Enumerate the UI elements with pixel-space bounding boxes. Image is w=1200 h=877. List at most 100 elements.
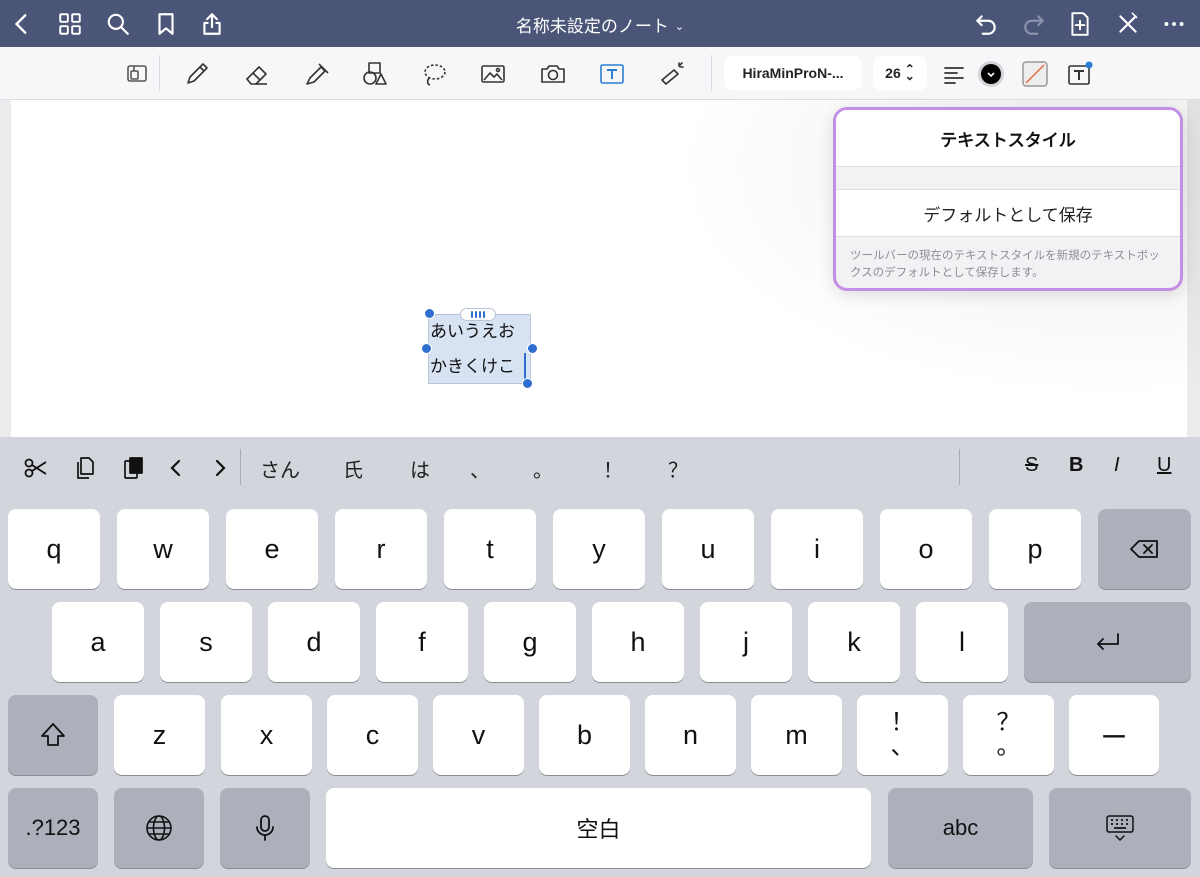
text-box[interactable]: あいうえお かきくけこ xyxy=(428,314,531,384)
microphone-icon xyxy=(256,815,274,841)
key-u[interactable]: u xyxy=(662,509,754,589)
dictation-key[interactable] xyxy=(220,788,310,868)
italic-button[interactable]: I xyxy=(1114,454,1120,477)
key-question-period[interactable]: ？。 xyxy=(963,695,1054,775)
note-title-text[interactable]: 名称未設定のノート xyxy=(516,17,669,37)
space-key[interactable]: 空白 xyxy=(326,788,871,868)
key-o[interactable]: o xyxy=(880,509,972,589)
key-z[interactable]: z xyxy=(114,695,205,775)
font-family-selector[interactable]: HiraMinProN-... xyxy=(724,56,862,90)
redo-icon[interactable] xyxy=(1018,8,1050,40)
fill-color-swatch[interactable] xyxy=(1017,57,1053,91)
font-size-selector[interactable]: 26 ⌃ ⌄ xyxy=(873,56,927,90)
key-x[interactable]: x xyxy=(221,695,312,775)
pen-icon[interactable] xyxy=(179,57,215,91)
key-d[interactable]: d xyxy=(268,602,360,682)
key-q[interactable]: q xyxy=(8,509,100,589)
image-icon[interactable] xyxy=(475,57,511,91)
key-bottom-char: 。 xyxy=(996,733,1021,760)
suggestion-divider xyxy=(240,449,241,485)
close-x-icon[interactable] xyxy=(1112,8,1144,40)
resize-handle-bottom-right[interactable] xyxy=(522,378,533,389)
suggestion-word[interactable]: ？ xyxy=(668,454,688,483)
grid-icon[interactable] xyxy=(54,8,86,40)
key-t[interactable]: t xyxy=(444,509,536,589)
key-y[interactable]: y xyxy=(553,509,645,589)
laser-pointer-icon[interactable] xyxy=(654,57,690,91)
key-m[interactable]: m xyxy=(751,695,842,775)
suggestion-word[interactable]: は xyxy=(410,454,430,483)
key-l[interactable]: l xyxy=(916,602,1008,682)
cursor-left-icon[interactable] xyxy=(159,451,193,485)
cursor-right-icon[interactable] xyxy=(203,451,237,485)
key-long-dash[interactable]: ー xyxy=(1069,695,1159,775)
add-page-icon[interactable] xyxy=(1064,8,1096,40)
bold-button[interactable]: B xyxy=(1069,454,1083,477)
key-c[interactable]: c xyxy=(327,695,418,775)
key-r[interactable]: r xyxy=(335,509,427,589)
key-s[interactable]: s xyxy=(160,602,252,682)
undo-icon[interactable] xyxy=(970,8,1002,40)
bookmark-icon[interactable] xyxy=(150,8,182,40)
copy-icon[interactable] xyxy=(68,451,102,485)
key-b[interactable]: b xyxy=(539,695,630,775)
title-chevron-down-icon[interactable]: ⌄ xyxy=(675,20,684,33)
align-left-icon[interactable] xyxy=(936,57,972,91)
share-icon[interactable] xyxy=(196,8,228,40)
text-color-swatch[interactable] xyxy=(973,57,1009,91)
resize-handle-left[interactable] xyxy=(421,343,432,354)
suggestion-word[interactable]: 、 xyxy=(470,454,490,483)
suggestion-word[interactable]: 氏 xyxy=(343,454,363,483)
top-navigation-bar: 名称未設定のノート ⌄ xyxy=(0,0,1200,47)
toolbar-divider xyxy=(711,55,712,91)
key-j[interactable]: j xyxy=(700,602,792,682)
key-g[interactable]: g xyxy=(484,602,576,682)
hide-keyboard-key[interactable] xyxy=(1049,788,1191,868)
key-k[interactable]: k xyxy=(808,602,900,682)
shapes-icon[interactable] xyxy=(357,57,393,91)
key-h[interactable]: h xyxy=(592,602,684,682)
text-tool-icon[interactable] xyxy=(594,57,630,91)
cut-scissors-icon[interactable] xyxy=(19,451,53,485)
key-a[interactable]: a xyxy=(52,602,144,682)
highlighter-icon[interactable] xyxy=(298,57,334,91)
key-e[interactable]: e xyxy=(226,509,318,589)
strikethrough-button[interactable]: S xyxy=(1025,454,1038,477)
camera-icon[interactable] xyxy=(535,57,571,91)
return-arrow-icon xyxy=(1096,633,1119,650)
globe-key[interactable] xyxy=(114,788,204,868)
text-box-drag-handle[interactable] xyxy=(460,308,496,321)
abc-key[interactable]: abc xyxy=(888,788,1033,868)
suggestion-word[interactable]: さん xyxy=(260,454,300,483)
key-v[interactable]: v xyxy=(433,695,524,775)
key-exclamation-comma[interactable]: ！、 xyxy=(857,695,948,775)
shift-arrow-icon xyxy=(41,723,65,746)
text-style-icon[interactable] xyxy=(1061,57,1097,91)
more-icon[interactable] xyxy=(1158,8,1190,40)
resize-handle-right[interactable] xyxy=(527,343,538,354)
return-key[interactable] xyxy=(1024,602,1191,682)
numbers-key[interactable]: .?123 xyxy=(8,788,98,868)
underline-button[interactable]: U xyxy=(1157,454,1171,477)
font-size-value: 26 xyxy=(885,65,901,81)
paste-icon[interactable] xyxy=(116,451,150,485)
key-n[interactable]: n xyxy=(645,695,736,775)
eraser-icon[interactable] xyxy=(239,57,275,91)
suggestion-word[interactable]: 。 xyxy=(533,454,553,483)
save-as-default-button[interactable]: デフォルトとして保存 xyxy=(836,189,1180,237)
page-layout-icon[interactable] xyxy=(119,57,155,91)
resize-handle-top-left[interactable] xyxy=(424,308,435,319)
lasso-icon[interactable] xyxy=(416,57,452,91)
suggestion-word[interactable]: ！ xyxy=(603,454,623,483)
back-chevron-icon[interactable] xyxy=(6,8,38,40)
key-top-char: ！ xyxy=(890,709,915,736)
search-icon[interactable] xyxy=(102,8,134,40)
software-keyboard: さん 氏 は 、 。 ！ ？ S B I U q w e r t y u i o… xyxy=(0,437,1200,877)
popover-spacer xyxy=(836,167,1180,189)
key-f[interactable]: f xyxy=(376,602,468,682)
shift-key[interactable] xyxy=(8,695,98,775)
key-p[interactable]: p xyxy=(989,509,1081,589)
delete-key[interactable] xyxy=(1098,509,1191,589)
key-w[interactable]: w xyxy=(117,509,209,589)
key-i[interactable]: i xyxy=(771,509,863,589)
